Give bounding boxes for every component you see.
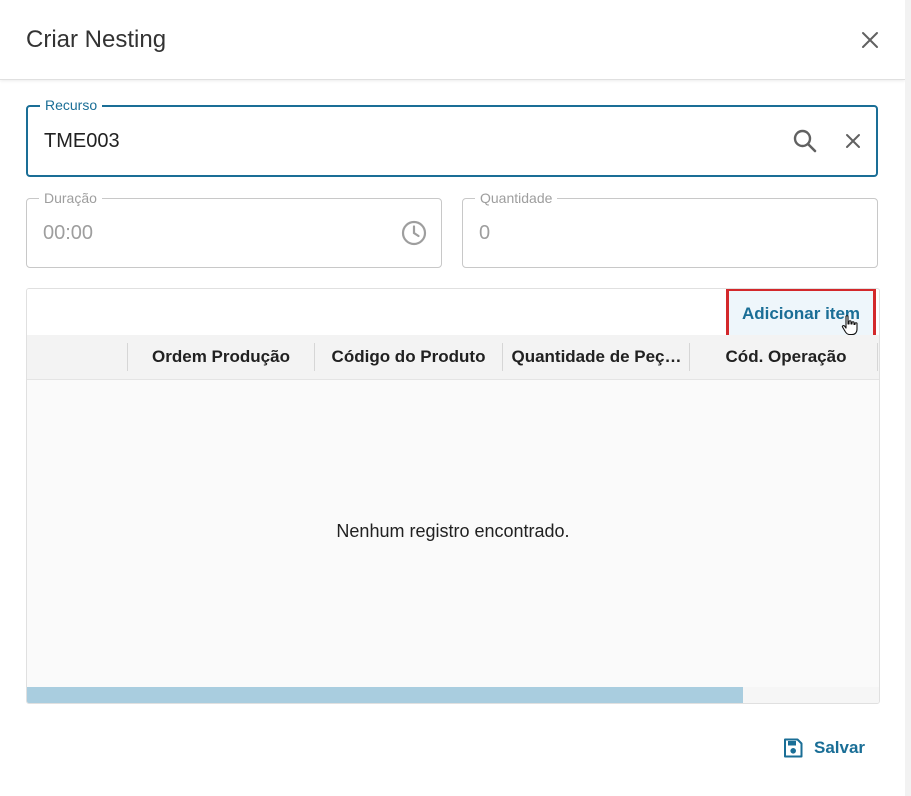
quantidade-input[interactable]: 0: [479, 222, 490, 245]
duracao-input[interactable]: 00:00: [43, 222, 93, 245]
save-icon: [784, 738, 803, 758]
save-button-label: Salvar: [814, 738, 866, 757]
scrollbar-thumb[interactable]: [27, 687, 743, 703]
recurso-field[interactable]: Recurso TME003: [26, 97, 878, 177]
quantidade-field[interactable]: Quantidade 0: [462, 190, 878, 268]
column-header-quantidade-pecas[interactable]: Quantidade de Peç…: [503, 335, 690, 379]
column-header-ordem-producao[interactable]: Ordem Produção: [128, 335, 314, 379]
dialog-title: Criar Nesting: [26, 26, 167, 53]
column-separator[interactable]: [877, 343, 878, 371]
dialog-header: Criar Nesting: [0, 0, 905, 80]
close-icon: [862, 32, 878, 48]
grid-header-row: Ordem Produção Código do Produto Quantid…: [27, 335, 879, 380]
recurso-clear-button[interactable]: [838, 126, 868, 156]
recurso-search-button[interactable]: [790, 126, 820, 156]
add-item-button[interactable]: Adicionar item: [726, 289, 876, 339]
duracao-label: Duração: [39, 190, 102, 206]
column-header-codigo-produto[interactable]: Código do Produto: [315, 335, 502, 379]
recurso-input[interactable]: TME003: [44, 130, 120, 153]
items-grid: Adicionar item Ordem Produção Código do …: [26, 288, 880, 704]
background-page-edge: [905, 0, 911, 796]
grid-toolbar: Adicionar item: [27, 289, 879, 339]
quantidade-label: Quantidade: [475, 190, 558, 206]
search-icon: [793, 129, 817, 153]
duracao-field[interactable]: Duração 00:00: [26, 190, 442, 268]
close-icon: [846, 134, 860, 148]
hand-cursor-icon: [841, 315, 858, 336]
close-dialog-button[interactable]: [856, 26, 884, 54]
empty-grid-message: Nenhum registro encontrado.: [336, 521, 570, 541]
column-header-cod-operacao[interactable]: Cód. Operação: [690, 335, 878, 379]
recurso-label: Recurso: [40, 97, 103, 113]
duracao-clock-button[interactable]: [399, 218, 429, 248]
clock-icon: [401, 220, 427, 246]
create-nesting-dialog: Criar Nesting Recurso TME003 Duração 00:…: [0, 0, 905, 796]
horizontal-scrollbar[interactable]: [27, 687, 879, 703]
column-header-select[interactable]: [27, 335, 127, 379]
save-button[interactable]: Salvar: [782, 735, 865, 761]
